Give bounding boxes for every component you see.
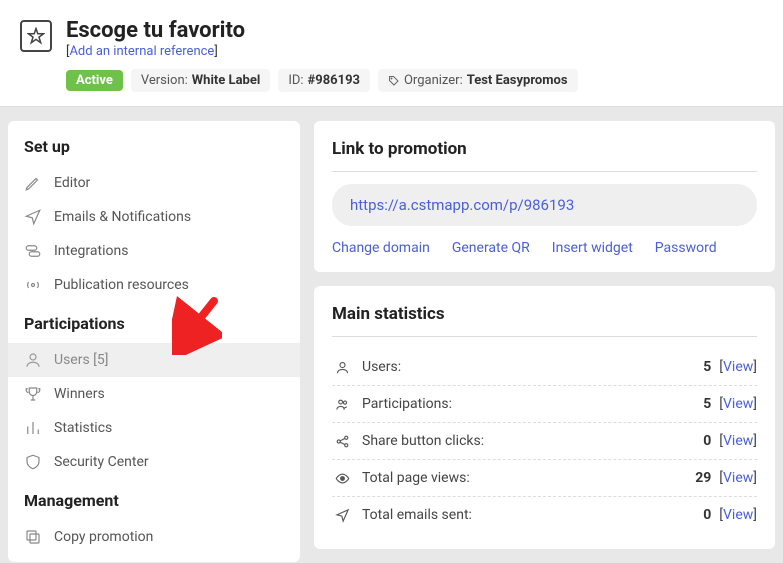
sidebar-item-editor[interactable]: Editor [8, 166, 300, 200]
view-emails-link[interactable]: View [719, 507, 757, 523]
sidebar-item-users[interactable]: Users [5] [8, 343, 300, 377]
insert-widget-link[interactable]: Insert widget [552, 240, 633, 256]
view-pageviews-link[interactable]: View [719, 470, 757, 486]
password-link[interactable]: Password [655, 240, 717, 256]
sidebar-item-security[interactable]: Security Center [8, 445, 300, 479]
view-shares-link[interactable]: View [719, 433, 757, 449]
stat-row-shares: Share button clicks: 0 View [332, 423, 757, 460]
trophy-icon [24, 385, 42, 403]
sidebar-section-management: Management [8, 491, 300, 520]
pencil-icon [24, 174, 42, 192]
bars-icon [24, 419, 42, 437]
view-participations-link[interactable]: View [719, 396, 757, 412]
send-icon [24, 208, 42, 226]
eye-icon [332, 471, 352, 486]
share-icon [332, 434, 352, 449]
version-pill: Version: White Label [131, 69, 270, 92]
generate-qr-link[interactable]: Generate QR [452, 240, 530, 256]
copy-icon [24, 528, 42, 546]
sidebar-item-statistics[interactable]: Statistics [8, 411, 300, 445]
user-icon [24, 351, 42, 369]
stat-row-participations: Participations: 5 View [332, 386, 757, 423]
toggle-icon [24, 242, 42, 260]
stat-row-pageviews: Total page views: 29 View [332, 460, 757, 497]
sidebar-item-integrations[interactable]: Integrations [8, 234, 300, 268]
sidebar-item-publication[interactable]: Publication resources [8, 268, 300, 302]
promo-logo [20, 20, 52, 52]
stats-panel-title: Main statistics [332, 304, 757, 337]
stat-row-emails: Total emails sent: 0 View [332, 497, 757, 533]
stats-panel: Main statistics Users: 5 View Participat… [314, 286, 775, 549]
status-badge: Active [66, 70, 123, 91]
stat-row-users: Users: 5 View [332, 349, 757, 386]
change-domain-link[interactable]: Change domain [332, 240, 430, 256]
tag-icon [388, 75, 400, 87]
sidebar-item-winners[interactable]: Winners [8, 377, 300, 411]
sidebar: Set up Editor Emails & Notifications Int… [8, 121, 300, 562]
broadcast-icon [24, 276, 42, 294]
sidebar-section-participations: Participations [8, 314, 300, 343]
link-panel: Link to promotion https://a.cstmapp.com/… [314, 121, 775, 272]
users-icon [332, 397, 352, 412]
shield-icon [24, 453, 42, 471]
link-panel-title: Link to promotion [332, 139, 757, 172]
page-header: Escoge tu favorito Add an internal refer… [0, 0, 783, 107]
sidebar-section-setup: Set up [8, 137, 300, 166]
promotion-url[interactable]: https://a.cstmapp.com/p/986193 [332, 184, 757, 226]
sidebar-item-emails[interactable]: Emails & Notifications [8, 200, 300, 234]
sidebar-item-copy-promotion[interactable]: Copy promotion [8, 520, 300, 554]
send-icon [332, 508, 352, 523]
view-users-link[interactable]: View [719, 359, 757, 375]
page-title: Escoge tu favorito [66, 18, 763, 43]
add-internal-reference-link[interactable]: Add an internal reference [66, 44, 218, 59]
organizer-pill: Organizer: Test Easypromos [378, 69, 578, 92]
user-icon [332, 360, 352, 375]
id-pill: ID: #986193 [278, 69, 370, 92]
